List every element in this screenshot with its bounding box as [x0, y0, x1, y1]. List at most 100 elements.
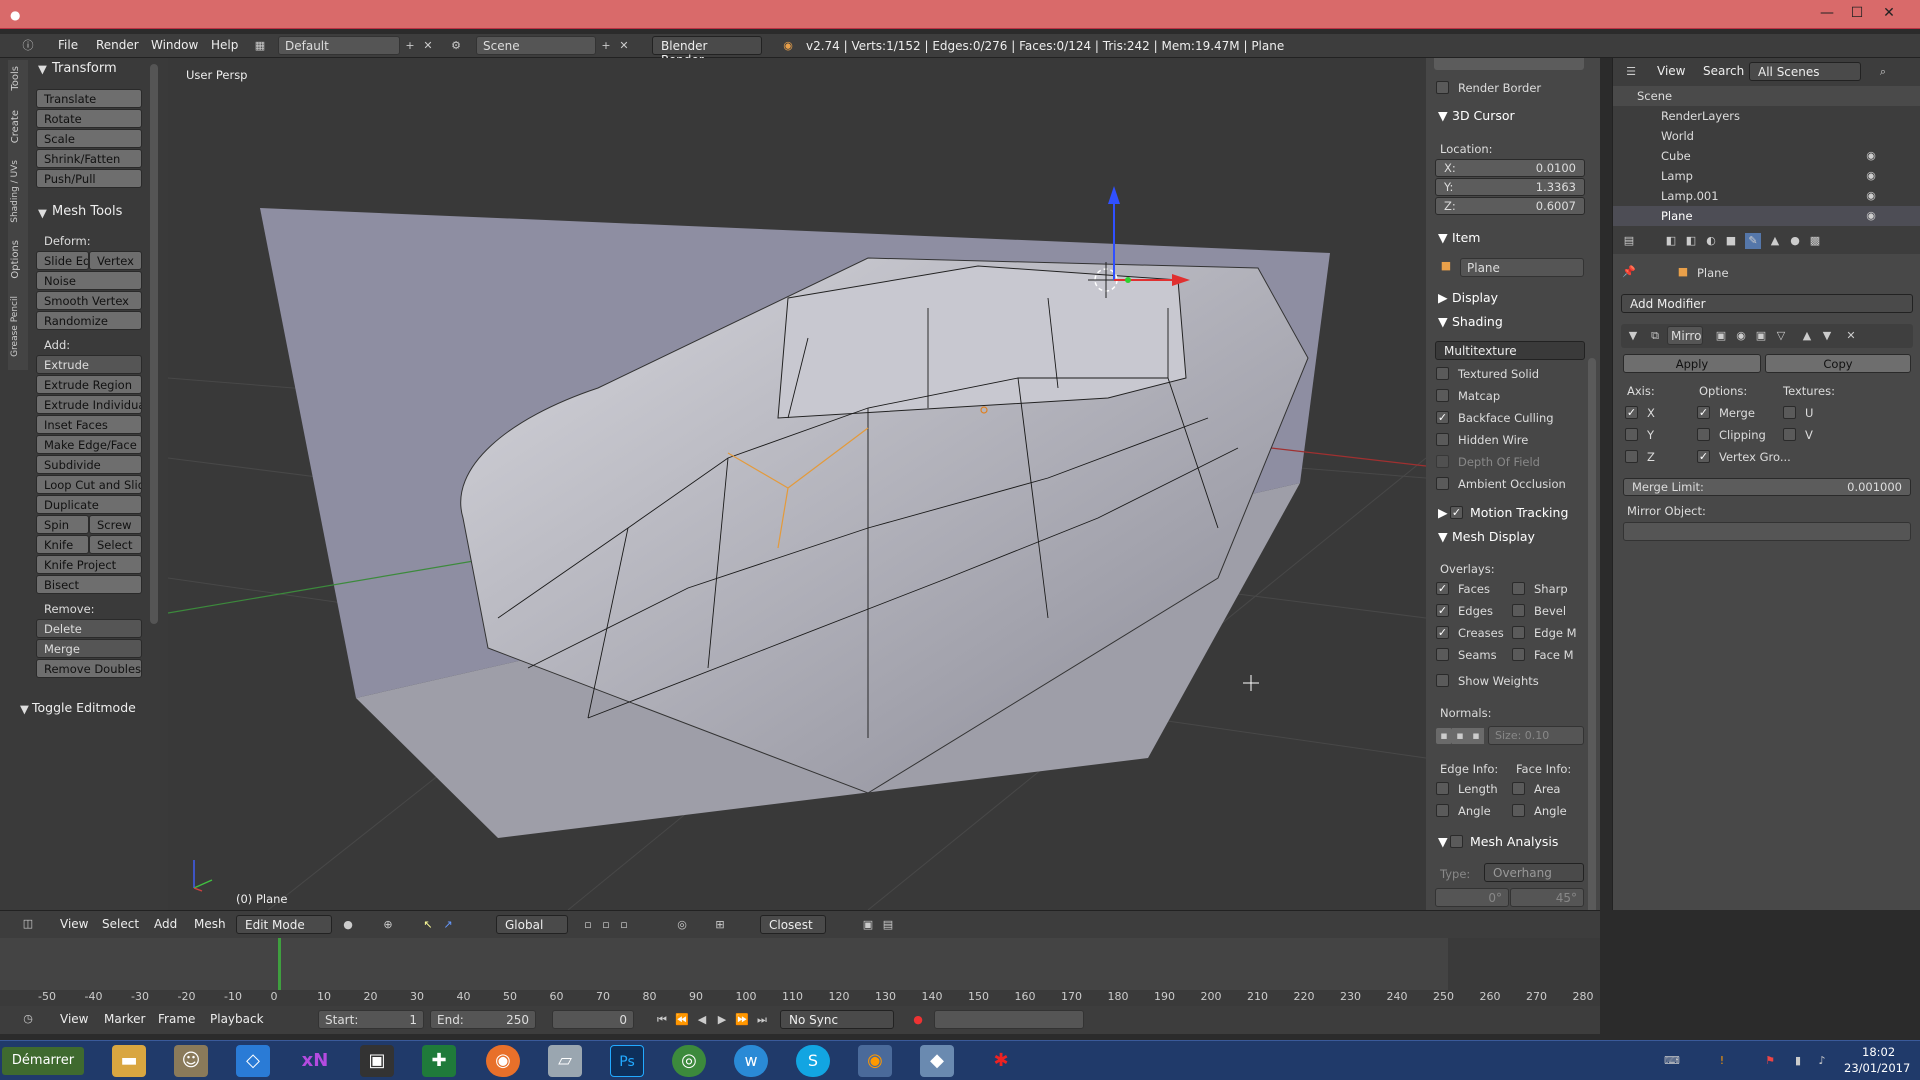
viewport-toggle-icon[interactable]: ◉ [1733, 328, 1749, 344]
search-icon[interactable]: ⌕ [1875, 64, 1891, 80]
max-angle-field[interactable]: 45° [1510, 888, 1584, 907]
faces-checkbox[interactable]: ✓ [1436, 582, 1449, 595]
scene-tab-icon[interactable]: ◧ [1683, 233, 1699, 249]
edge-select-icon[interactable]: ▫ [598, 917, 614, 933]
chevron-right-icon[interactable]: ▶ [1438, 505, 1448, 520]
photoshop-icon[interactable]: Ps [610, 1045, 644, 1077]
notification-icon[interactable]: ! [1714, 1053, 1730, 1069]
shading-panel-title[interactable]: Shading [1452, 314, 1503, 329]
toggle-editmode-operator[interactable]: Toggle Editmode [32, 700, 136, 715]
shading-mode-dropdown[interactable]: Multitexture [1435, 341, 1585, 360]
vertex-normals-icon[interactable]: ▪ [1436, 728, 1452, 744]
mode-dropdown[interactable]: Edit Mode [236, 915, 332, 934]
outliner-row-world[interactable]: World [1613, 126, 1920, 146]
view-menu[interactable]: View [60, 917, 88, 931]
timeline-frame-menu[interactable]: Frame [158, 1012, 195, 1026]
extrude-individual-button[interactable]: Extrude Individual [36, 395, 142, 414]
timeline-playback-menu[interactable]: Playback [210, 1012, 264, 1026]
3d-viewport[interactable]: User Persp (0) Plane [168, 58, 1426, 910]
timeline-marker-menu[interactable]: Marker [104, 1012, 145, 1026]
mesh-display-title[interactable]: Mesh Display [1452, 529, 1535, 544]
firefox-icon[interactable]: ◉ [486, 1045, 520, 1077]
translate-manipulator-icon[interactable]: ↗ [440, 917, 456, 933]
matcap-checkbox[interactable] [1436, 389, 1449, 402]
cursor-panel-title[interactable]: 3D Cursor [1452, 108, 1515, 123]
bevel-checkbox[interactable] [1512, 604, 1525, 617]
sync-dropdown[interactable]: No Sync [780, 1010, 894, 1029]
chevron-down-icon[interactable]: ▼ [38, 62, 47, 76]
snap-target-dropdown[interactable]: Closest [760, 915, 826, 934]
cursor-z-field[interactable]: Z: 0.6007 [1435, 197, 1585, 215]
rotate-button[interactable]: Rotate [36, 109, 142, 128]
edge-marks-checkbox[interactable] [1512, 626, 1525, 639]
opengl-anim-icon[interactable]: ▤ [880, 917, 896, 933]
cursor-y-field[interactable]: Y: 1.3363 [1435, 178, 1585, 196]
merge-checkbox[interactable]: ✓ [1697, 406, 1710, 419]
play-reverse-icon[interactable]: ◀ [694, 1012, 710, 1028]
opengl-render-icon[interactable]: ▣ [860, 917, 876, 933]
eye-icon[interactable]: ◉ [1863, 188, 1879, 204]
slide-edge-button[interactable]: Slide Ed [36, 251, 89, 270]
eye-icon[interactable]: ◉ [1863, 148, 1879, 164]
flag-icon[interactable]: ⚑ [1762, 1053, 1778, 1069]
texture-u-checkbox[interactable] [1783, 406, 1796, 419]
chevron-down-icon[interactable]: ▼ [1438, 834, 1448, 849]
extrude-dropdown[interactable]: Extrude [36, 355, 142, 374]
timeline[interactable]: -50 -40 -30 -20 -10 0 10 20 30 40 50 60 70 80 90 100 110… [0, 938, 1600, 1010]
scale-button[interactable]: Scale [36, 129, 142, 148]
jump-start-icon[interactable]: ⏮ [654, 1012, 670, 1028]
merge-dropdown[interactable]: Merge [36, 639, 142, 658]
apply-button[interactable]: Apply [1623, 354, 1761, 373]
chevron-down-icon[interactable]: ▼ [1625, 328, 1641, 344]
menu-help[interactable]: Help [211, 38, 238, 52]
jump-end-icon[interactable]: ⏭ [754, 1012, 770, 1028]
depth-of-field-checkbox[interactable] [1436, 455, 1449, 468]
material-tab-icon[interactable]: ● [1787, 233, 1803, 249]
edge-length-checkbox[interactable] [1436, 782, 1449, 795]
extrude-region-button[interactable]: Extrude Region [36, 375, 142, 394]
next-keyframe-icon[interactable]: ⏩ [734, 1012, 750, 1028]
edge-angle-checkbox[interactable] [1436, 804, 1449, 817]
outliner-row-cube[interactable]: Cube ◉ [1613, 146, 1920, 166]
excel-icon[interactable]: ✚ [422, 1045, 456, 1077]
translate-button[interactable]: Translate [36, 89, 142, 108]
viewport-canvas[interactable] [168, 58, 1426, 910]
start-button[interactable]: Démarrer [2, 1047, 84, 1075]
item-name-field[interactable]: Plane [1460, 258, 1584, 277]
motion-tracking-checkbox[interactable]: ✓ [1450, 506, 1463, 519]
prev-keyframe-icon[interactable]: ⏪ [674, 1012, 690, 1028]
shading-icon[interactable]: ● [340, 917, 356, 933]
noise-button[interactable]: Noise [36, 271, 142, 290]
vertex-select-icon[interactable]: ▫ [580, 917, 596, 933]
bisect-button[interactable]: Bisect [36, 575, 142, 594]
object-tab-icon[interactable]: ■ [1723, 233, 1739, 249]
shrink-fatten-button[interactable]: Shrink/Fatten [36, 149, 142, 168]
edges-checkbox[interactable]: ✓ [1436, 604, 1449, 617]
mesh-analysis-title[interactable]: Mesh Analysis [1470, 834, 1558, 849]
wunderlist-icon[interactable]: w [734, 1045, 768, 1077]
menu-window[interactable]: Window [151, 38, 198, 52]
cursor-x-field[interactable]: X: 0.0100 [1435, 159, 1585, 177]
render-engine-dropdown[interactable]: Blender Render [652, 36, 762, 67]
axis-y-checkbox[interactable] [1625, 428, 1638, 441]
editmode-toggle-icon[interactable]: ▣ [1753, 328, 1769, 344]
pin-icon[interactable]: 📌 [1621, 264, 1637, 280]
creases-checkbox[interactable]: ✓ [1436, 626, 1449, 639]
loop-cut-button[interactable]: Loop Cut and Slide [36, 475, 142, 494]
make-edge-face-button[interactable]: Make Edge/Face [36, 435, 142, 454]
vertex-slide-button[interactable]: Vertex [89, 251, 142, 270]
world-tab-icon[interactable]: ◐ [1703, 233, 1719, 249]
panel-transform-title[interactable]: Transform [52, 61, 117, 76]
close-button[interactable]: ✕ [1874, 2, 1904, 24]
chevron-down-icon[interactable]: ▼ [20, 702, 29, 716]
motion-tracking-title[interactable]: Motion Tracking [1470, 505, 1568, 520]
volume-icon[interactable]: ♪ [1814, 1053, 1830, 1069]
editor-type-icon[interactable]: ◫ [20, 916, 36, 932]
finder-icon[interactable]: ◆ [920, 1045, 954, 1077]
props-scrollbar[interactable] [1588, 358, 1596, 918]
gimp-icon[interactable]: ☺ [174, 1045, 208, 1077]
dropbox-icon[interactable]: ◇ [236, 1045, 270, 1077]
item-panel-title[interactable]: Item [1452, 230, 1480, 245]
app-red-icon[interactable]: ✱ [984, 1045, 1018, 1077]
knife-button[interactable]: Knife [36, 535, 89, 554]
